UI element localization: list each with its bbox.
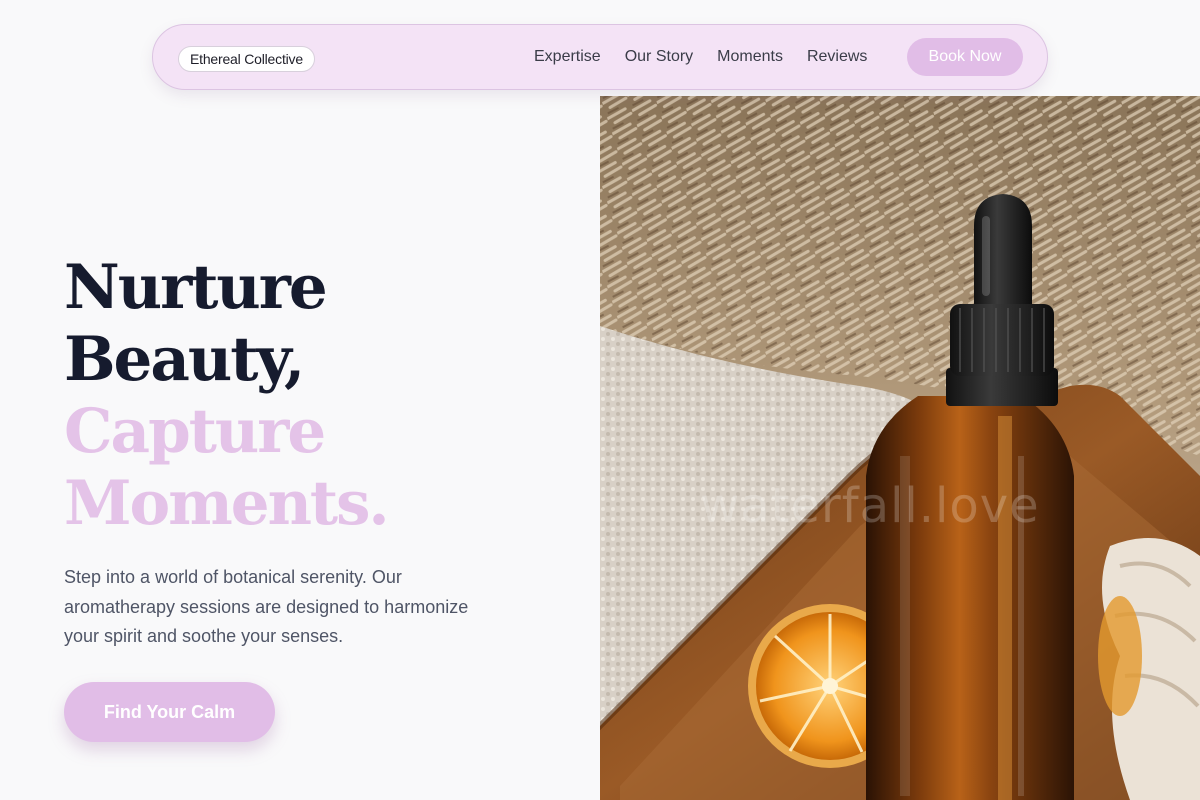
nav-link-moments[interactable]: Moments [717,48,783,66]
book-now-button[interactable]: Book Now [907,38,1023,76]
nav-links: Expertise Our Story Moments Reviews [534,37,891,77]
nav-link-reviews[interactable]: Reviews [807,48,867,66]
brand-logo[interactable]: Ethereal Collective [178,46,315,72]
nav-link-expertise[interactable]: Expertise [534,48,601,66]
headline-line-nurture: Nurture [64,252,328,323]
hero-headline: Nurture Beauty, Capture Moments. [64,252,390,540]
image-watermark: waterfall.love [700,478,1040,534]
headline-line-beauty: Beauty, [64,324,305,395]
headline-line-moments: Moments. [64,468,390,539]
hero-description-line: Step into a world of botanical serenity.… [64,567,402,587]
nav-link-our-story[interactable]: Our Story [625,48,693,66]
hero-description-line: your spirit and soothe your senses. [64,626,344,646]
hero-description: Step into a world of botanical serenity.… [64,563,524,652]
find-your-calm-button[interactable]: Find Your Calm [64,682,275,742]
hero-description-line: aromatherapy sessions are designed to ha… [64,596,469,617]
headline-line-capture: Capture [64,396,326,467]
top-navbar: Ethereal Collective Expertise Our Story … [152,24,1048,90]
hero-image [600,96,1200,800]
